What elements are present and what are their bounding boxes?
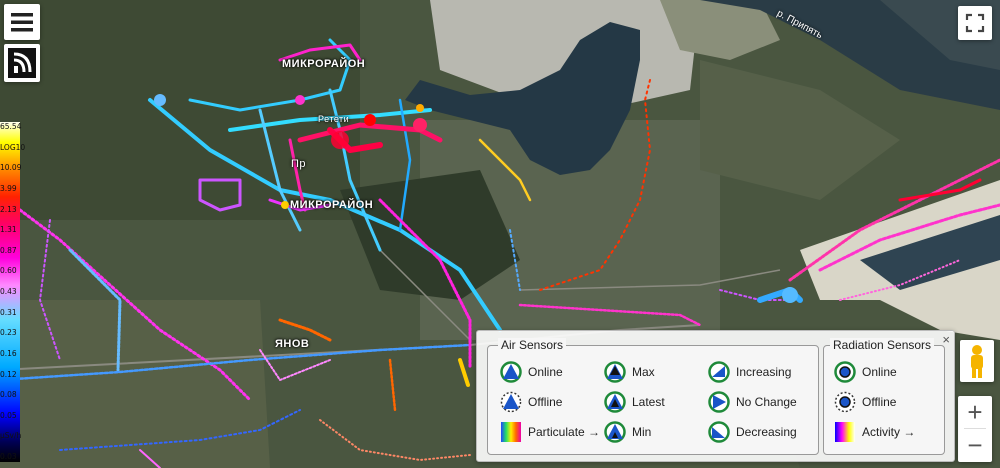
partial-label-1: Пр (291, 158, 307, 170)
radiation-sensors-title: Radiation Sensors (830, 338, 935, 352)
legend-air-decreasing[interactable]: Decreasing (708, 420, 797, 444)
scale-label: 0.31 (0, 308, 17, 317)
particulate-gradient-icon (501, 422, 521, 442)
safecast-logo-icon (8, 48, 36, 78)
legend-air-min[interactable]: Min (604, 420, 651, 444)
dose-rate-scale: 65.54 LOG10 10.09 3.99 2.13 1.31 0.87 0.60 0.43 0… (0, 122, 26, 462)
pegman-icon (971, 345, 983, 378)
legend-air-online-label: Online (528, 365, 563, 379)
scale-label: 0.60 (0, 266, 17, 275)
fullscreen-icon (965, 13, 985, 33)
streetview-button[interactable] (960, 340, 994, 382)
scale-label: 65.54 (0, 122, 22, 131)
scale-label: 0.43 (0, 287, 17, 296)
scale-label: 0.23 (0, 328, 17, 337)
scale-label: µSv/h (0, 431, 22, 440)
legend-radiation-online-label: Online (862, 365, 897, 379)
scale-label: 0.16 (0, 349, 17, 358)
legend-air-decreasing-label: Decreasing (736, 425, 797, 439)
sensor-legend: × Air Sensors Online Offline Particulate… (476, 330, 955, 462)
logo-button[interactable] (4, 44, 40, 82)
hamburger-icon (11, 13, 33, 32)
legend-air-max[interactable]: Max (604, 360, 655, 384)
air-online-icon (500, 361, 522, 383)
legend-radiation-activity[interactable]: Activity → (834, 420, 915, 444)
scale-label: 3.99 (0, 184, 17, 193)
legend-air-no-change[interactable]: No Change (708, 390, 797, 414)
radiation-sensors-group: Radiation Sensors Online Offline Activit… (823, 338, 945, 455)
legend-close-button[interactable]: × (942, 332, 950, 347)
menu-button[interactable] (4, 4, 40, 40)
air-no-change-icon (708, 391, 730, 413)
air-max-icon (604, 361, 626, 383)
air-sensors-title: Air Sensors (498, 338, 567, 352)
scale-label: 2.13 (0, 205, 17, 214)
legend-air-max-label: Max (632, 365, 655, 379)
scale-label: 0.08 (0, 390, 17, 399)
fullscreen-button[interactable] (958, 6, 992, 40)
zoom-control: + − (958, 396, 992, 462)
legend-air-particulate[interactable]: Particulate → (500, 420, 600, 444)
scale-label: LOG10 (0, 143, 26, 152)
air-sensors-group: Air Sensors Online Offline Particulate → (487, 338, 819, 455)
legend-air-offline-label: Offline (528, 395, 563, 409)
scale-label: 10.09 (0, 163, 22, 172)
scale-label: 0.87 (0, 246, 17, 255)
legend-air-increasing-label: Increasing (736, 365, 792, 379)
legend-air-offline[interactable]: Offline (500, 390, 562, 414)
district-label-north: МИКРОРАЙОН (282, 58, 366, 70)
legend-air-online[interactable]: Online (500, 360, 563, 384)
scale-label: 0.05 (0, 411, 17, 420)
legend-radiation-activity-label: Activity → (862, 425, 916, 439)
partial-label-2: Ретети (318, 114, 350, 124)
radiation-online-icon (834, 361, 856, 383)
district-label-south: МИКРОРАЙОН (290, 199, 374, 211)
scale-label: 1.31 (0, 225, 17, 234)
legend-radiation-offline[interactable]: Offline (834, 390, 896, 414)
air-increasing-icon (708, 361, 730, 383)
activity-gradient-icon (835, 422, 855, 442)
legend-radiation-online[interactable]: Online (834, 360, 897, 384)
radiation-offline-icon (834, 391, 856, 413)
air-decreasing-icon (708, 421, 730, 443)
village-label: ЯНОВ (275, 338, 310, 350)
air-latest-icon (604, 391, 626, 413)
air-offline-icon (500, 391, 522, 413)
scale-label: 0.12 (0, 370, 17, 379)
legend-air-increasing[interactable]: Increasing (708, 360, 791, 384)
zoom-in-button[interactable]: + (958, 396, 992, 428)
scale-label: 0.03 (0, 452, 17, 461)
legend-air-min-label: Min (632, 425, 652, 439)
zoom-out-button[interactable]: − (958, 429, 992, 461)
legend-air-latest-label: Latest (632, 395, 665, 409)
air-min-icon (604, 421, 626, 443)
legend-air-particulate-label: Particulate → (528, 425, 601, 439)
legend-radiation-offline-label: Offline (862, 395, 897, 409)
legend-air-no-change-label: No Change (736, 395, 797, 409)
legend-air-latest[interactable]: Latest (604, 390, 665, 414)
